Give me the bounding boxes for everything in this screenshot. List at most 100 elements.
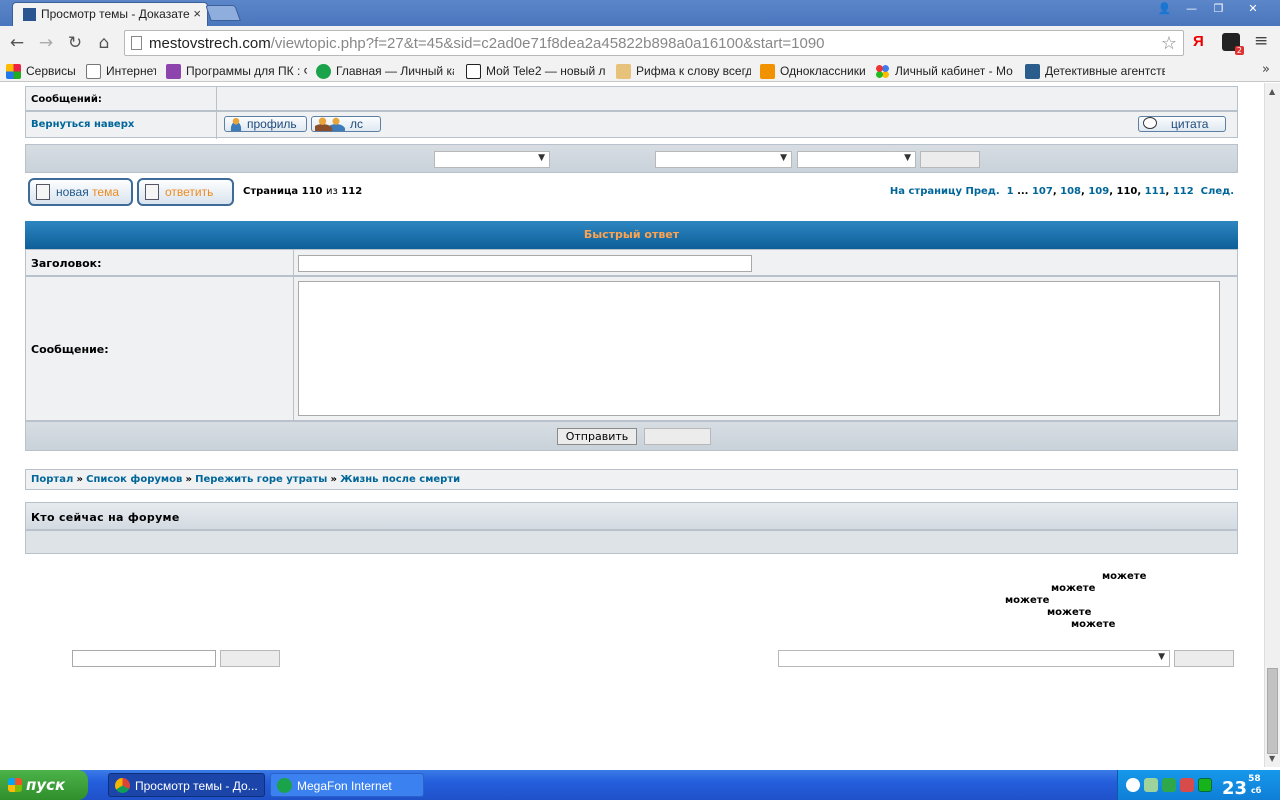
taskbar-item-chrome[interactable]: Просмотр темы - До... [108,773,265,797]
prev-page-link[interactable]: Пред. [965,186,999,197]
cursor-icon [1025,63,1040,79]
subject-input[interactable] [298,255,752,272]
scroll-down-icon[interactable]: ▼ [1269,754,1275,763]
chrome-icon [115,778,130,793]
battery-icon[interactable] [1198,778,1212,792]
document-icon [36,184,50,200]
breadcrumb-link[interactable]: Портал [31,474,73,485]
page-link[interactable]: 107 [1032,186,1053,197]
private-message-button[interactable]: лс [311,116,381,132]
users-icon [315,117,345,131]
chevron-down-icon: ▼ [904,153,911,163]
page-ellipsis: ... [1017,186,1029,197]
sort-options-row: ▼ ▼ ▼ [25,144,1238,173]
permission-text: можете [1047,607,1092,618]
profile-button[interactable]: профиль [224,116,307,132]
who-online-title: Кто сейчас на форуме [31,511,180,524]
tab-title: Просмотр темы - Доказате [41,7,190,21]
sort-days-select[interactable]: ▼ [434,151,550,168]
page-link[interactable]: 112 [1173,186,1194,197]
messages-label: Сообщений: [31,94,102,105]
site-favicon-icon [23,8,36,21]
user-icon [228,117,244,131]
page-link[interactable]: 109 [1088,186,1109,197]
goto-page-label: На страницу [889,186,962,197]
yandex-extension-icon[interactable]: Я [1193,33,1204,50]
next-page-link[interactable]: След. [1201,186,1234,197]
home-button[interactable]: ⌂ [94,33,114,53]
post-info-row: Сообщений: [25,86,1238,112]
speech-bubble-icon [1143,117,1157,129]
tray-arrow-icon[interactable] [1126,778,1140,792]
submit-row: Отправить [25,421,1238,451]
page-link[interactable]: 1 [1007,186,1014,197]
browser-titlebar: Просмотр темы - Доказате × 👤 — ❐ ✕ [0,0,1280,26]
sort-key-select[interactable]: ▼ [655,151,792,168]
bookmark-item[interactable]: Интернет [86,62,156,80]
megafon-icon [277,778,292,793]
reply-button[interactable]: ответить [137,178,234,206]
search-button[interactable] [220,650,280,667]
bookmark-item[interactable]: Рифма к слову всегда [616,62,751,80]
sort-go-button[interactable] [920,151,980,168]
rhyme-icon [616,63,631,79]
breadcrumb-link[interactable]: Жизнь после смерти [340,474,460,485]
scroll-up-icon[interactable]: ▲ [1269,87,1275,96]
bookmark-item[interactable]: Программы для ПК : Фа [166,62,307,80]
preview-button[interactable] [644,428,711,445]
page-link[interactable]: 111 [1145,186,1166,197]
start-button[interactable]: пуск [0,770,88,800]
chrome-menu-icon[interactable]: ≡ [1254,31,1268,51]
bookmarks-overflow-icon[interactable]: » [1262,62,1270,77]
windows-logo-icon [8,778,22,792]
bookmark-item[interactable]: Сервисы [6,62,76,80]
quote-button[interactable]: цитата [1138,116,1226,132]
profile-icon[interactable]: 👤 [1151,0,1178,18]
message-textarea[interactable] [298,281,1220,416]
bookmark-item[interactable]: Личный кабинет - Мои [875,62,1013,80]
tab-active[interactable]: Просмотр темы - Доказате × [12,2,208,26]
signal-icon[interactable] [1162,778,1176,792]
bookmark-item[interactable]: Мой Tele2 — новый лич [466,62,606,80]
breadcrumb-link[interactable]: Список форумов [86,474,182,485]
bookmark-item[interactable]: Главная — Личный каб [316,62,454,80]
reload-button[interactable]: ↻ [65,33,85,53]
address-bar[interactable]: mestovstrech.com/viewtopic.php?f=27&t=45… [124,30,1184,56]
submit-button[interactable]: Отправить [557,428,637,445]
maximize-button[interactable]: ❐ [1205,0,1232,18]
chevron-down-icon: ▼ [1158,652,1165,662]
network-icon[interactable] [1144,778,1158,792]
minimize-button[interactable]: — [1178,0,1205,18]
new-topic-button[interactable]: новая тема [28,178,133,206]
bookmark-star-icon[interactable]: ☆ [1161,33,1177,54]
jump-to-forum-select[interactable]: ▼ [778,650,1170,667]
page-scrollbar[interactable]: ▲ ▼ [1264,83,1280,767]
search-input[interactable] [72,650,216,667]
page-link[interactable]: 108 [1060,186,1081,197]
taskbar-item-megafon[interactable]: MegaFon Internet [270,773,424,797]
permission-text: можете [1071,619,1116,630]
bookmark-item[interactable]: Одноклассники [760,62,865,80]
tab-close-icon[interactable]: × [193,6,201,21]
breadcrumb-sep: » [185,474,192,485]
page-current: 110 [1116,186,1138,197]
new-tab-button[interactable] [205,5,241,21]
apps-grid-icon [6,63,21,79]
jump-go-button[interactable] [1174,650,1234,667]
scrollbar-thumb[interactable] [1267,668,1278,754]
clock-day: сб [1251,786,1262,795]
bookmark-item[interactable]: Детективные агентств [1025,62,1165,80]
who-online-body [25,530,1238,554]
taskbar: пуск Просмотр темы - До... MegaFon Inter… [0,770,1280,800]
breadcrumb-sep: » [330,474,338,485]
close-window-button[interactable]: ✕ [1232,0,1274,18]
dots-icon [875,63,890,79]
extension-icon[interactable]: 2 [1222,33,1244,55]
back-to-top-link[interactable]: Вернуться наверх [31,119,134,130]
language-icon[interactable] [1180,778,1194,792]
forward-button[interactable]: → [36,33,56,53]
sort-dir-select[interactable]: ▼ [797,151,916,168]
back-button[interactable]: ← [7,33,27,53]
document-icon [145,184,159,200]
breadcrumb-link[interactable]: Пережить горе утраты [195,474,327,485]
